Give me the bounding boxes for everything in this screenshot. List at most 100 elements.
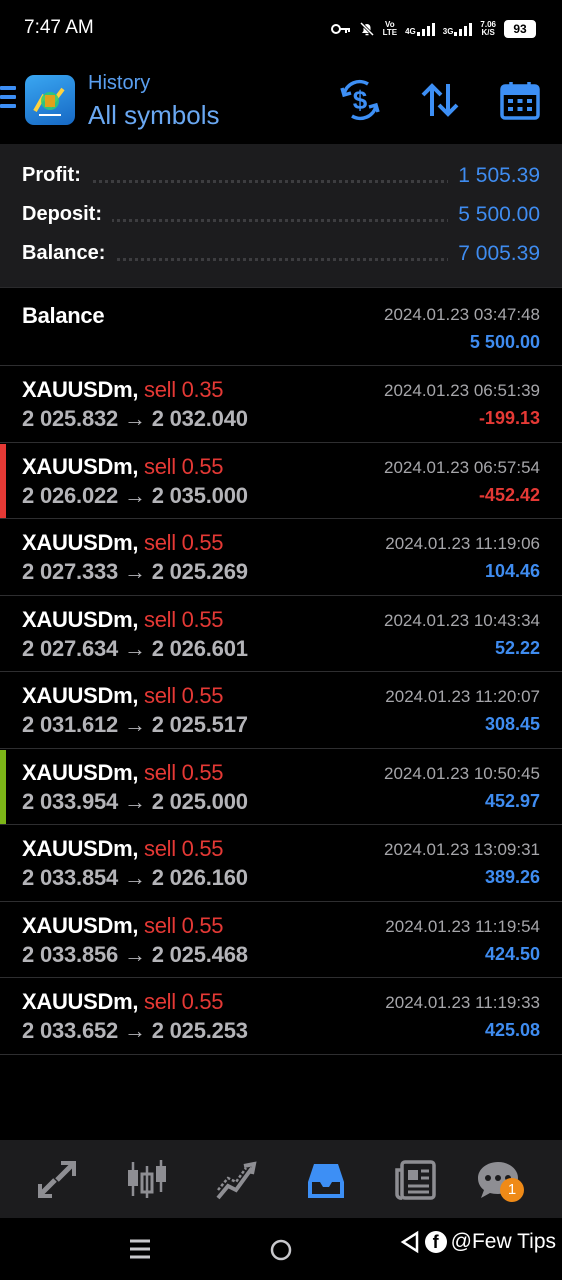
battery-indicator: 93 <box>504 20 536 38</box>
app-logo-icon <box>25 75 75 125</box>
profit-marker <box>0 749 6 824</box>
status-time: 7:47 AM <box>24 17 94 38</box>
signal-2: 3G <box>443 22 473 36</box>
trade-prices: 2 025.832 → 2 032.040 <box>22 406 248 431</box>
history-list: Balance 2024.01.23 03:47:48 5 500.00 XAU… <box>0 290 562 1055</box>
deposit-label: Deposit: <box>22 203 112 226</box>
messages-badge: 1 <box>500 1178 524 1202</box>
trade-symbol: XAUUSDm, <box>22 683 139 708</box>
back-icon[interactable] <box>399 1230 421 1254</box>
trade-side: sell 0.55 <box>144 912 224 938</box>
trade-symbol: XAUUSDm, <box>22 453 139 479</box>
balance-entry-amount: 5 500.00 <box>469 332 540 352</box>
system-navigation: f @Few Tips <box>0 1218 562 1280</box>
trade-side: sell 0.55 <box>144 453 224 479</box>
profit-label: Profit: <box>22 164 91 187</box>
trade-profit: 389.26 <box>484 867 540 887</box>
app-header: History All symbols $ <box>0 58 562 144</box>
chart-icon[interactable] <box>125 1158 169 1202</box>
balance-entry-time: 2024.01.23 03:47:48 <box>384 305 540 324</box>
currency-exchange-icon[interactable]: $ <box>338 78 382 122</box>
trade-side: sell 0.55 <box>144 836 224 861</box>
profit-row: Profit: 1 505.39 <box>22 162 540 192</box>
balance-label: Balance: <box>22 242 116 265</box>
home-icon[interactable] <box>269 1238 293 1262</box>
quotes-icon[interactable] <box>35 1158 79 1202</box>
trade-symbol: XAUUSDm, <box>22 606 139 632</box>
trade-row[interactable]: XAUUSDm, sell 0.55 2 033.954 → 2 025.000… <box>0 749 562 825</box>
balance-entry[interactable]: Balance 2024.01.23 03:47:48 5 500.00 <box>0 290 562 366</box>
facebook-icon: f <box>424 1231 447 1253</box>
trade-prices: 2 033.854 → 2 026.160 <box>22 865 248 890</box>
trade-prices: 2 027.333 → 2 025.269 <box>22 559 248 584</box>
trade-profit: -452.42 <box>478 484 540 505</box>
trade-profit: 425.08 <box>484 1020 540 1040</box>
trade-row[interactable]: XAUUSDm, sell 0.55 2 033.854 → 2 026.160… <box>0 825 562 902</box>
balance-row: Balance: 7 005.39 <box>22 240 540 270</box>
trade-symbol: XAUUSDm, <box>22 530 139 555</box>
trade-row[interactable]: XAUUSDm, sell 0.55 2 033.856 → 2 025.468… <box>0 902 562 978</box>
trade-symbol: XAUUSDm, <box>22 989 139 1014</box>
news-icon[interactable] <box>394 1158 438 1202</box>
balance-entry-label: Balance <box>22 303 105 328</box>
trade-side: sell 0.35 <box>144 377 224 402</box>
sort-icon[interactable] <box>418 78 462 122</box>
signal-1: 4G <box>405 22 435 36</box>
trade-time: 2024.01.23 13:09:31 <box>384 840 540 859</box>
trade-time: 2024.01.23 11:19:33 <box>385 993 540 1012</box>
trade-symbol: XAUUSDm, <box>22 912 139 938</box>
menu-icon[interactable] <box>0 86 16 112</box>
header-title[interactable]: All symbols <box>88 100 219 131</box>
deposit-value: 5 500.00 <box>448 203 540 227</box>
svg-text:$: $ <box>353 85 368 115</box>
trade-row[interactable]: XAUUSDm, sell 0.55 2 031.612 → 2 025.517… <box>0 672 562 749</box>
trade-row[interactable]: XAUUSDm, sell 0.55 2 027.333 → 2 025.269… <box>0 519 562 596</box>
trade-prices: 2 033.954 → 2 025.000 <box>22 788 248 814</box>
trade-time: 2024.01.23 11:19:54 <box>385 916 540 936</box>
trade-prices: 2 031.612 → 2 025.517 <box>22 712 248 737</box>
trade-prices: 2 033.856 → 2 025.468 <box>22 941 248 967</box>
trade-profit: 52.22 <box>494 637 540 658</box>
trade-symbol: XAUUSDm, <box>22 759 139 785</box>
trade-row[interactable]: XAUUSDm, sell 0.55 2 026.022 → 2 035.000… <box>0 443 562 519</box>
trade-row[interactable]: XAUUSDm, sell 0.55 2 033.652 → 2 025.253… <box>0 978 562 1055</box>
trade-side: sell 0.55 <box>144 606 224 632</box>
volte-indicator: Vo LTE <box>382 20 398 37</box>
trade-time: 2024.01.23 06:51:39 <box>384 381 540 400</box>
trade-time: 2024.01.23 06:57:54 <box>384 457 540 477</box>
trade-prices: 2 027.634 → 2 026.601 <box>22 635 248 661</box>
trade-time: 2024.01.23 10:50:45 <box>384 763 540 783</box>
header-subtitle: History <box>88 72 151 94</box>
trade-time: 2024.01.23 11:20:07 <box>385 687 540 706</box>
bottom-navigation: 1 <box>0 1140 562 1218</box>
calendar-icon[interactable] <box>498 78 542 122</box>
trade-time: 2024.01.23 10:43:34 <box>384 610 540 630</box>
trade-profit: 424.50 <box>484 943 540 964</box>
trade-profit: -199.13 <box>478 408 540 428</box>
trade-profit: 452.97 <box>484 790 540 811</box>
history-icon[interactable] <box>304 1158 348 1202</box>
key-icon <box>330 24 350 34</box>
deposit-row: Deposit: 5 500.00 <box>22 201 540 231</box>
trade-side: sell 0.55 <box>144 683 224 708</box>
profit-value: 1 505.39 <box>448 164 540 188</box>
balance-value: 7 005.39 <box>448 242 540 266</box>
loss-marker <box>0 443 6 518</box>
trade-row[interactable]: XAUUSDm, sell 0.35 2 025.832 → 2 032.040… <box>0 366 562 443</box>
trade-prices: 2 033.652 → 2 025.253 <box>22 1018 248 1043</box>
watermark-text: @Few Tips <box>450 1230 556 1253</box>
trade-symbol: XAUUSDm, <box>22 377 139 402</box>
recent-apps-icon[interactable] <box>128 1238 152 1260</box>
trade-icon[interactable] <box>214 1158 258 1202</box>
trade-prices: 2 026.022 → 2 035.000 <box>22 482 248 508</box>
mute-bell-icon <box>359 21 374 37</box>
summary-panel: Profit: 1 505.39 Deposit: 5 500.00 Balan… <box>0 144 562 288</box>
watermark: f @Few Tips <box>399 1230 556 1254</box>
trade-side: sell 0.55 <box>144 989 224 1014</box>
trade-row[interactable]: XAUUSDm, sell 0.55 2 027.634 → 2 026.601… <box>0 596 562 672</box>
net-speed: 7.06 K/S <box>480 20 496 37</box>
trade-side: sell 0.55 <box>144 759 224 785</box>
trade-side: sell 0.55 <box>144 530 224 555</box>
status-bar: 7:47 AM Vo LTE 4G 3G 7.06 K/S 93 <box>0 0 562 58</box>
trade-symbol: XAUUSDm, <box>22 836 139 861</box>
